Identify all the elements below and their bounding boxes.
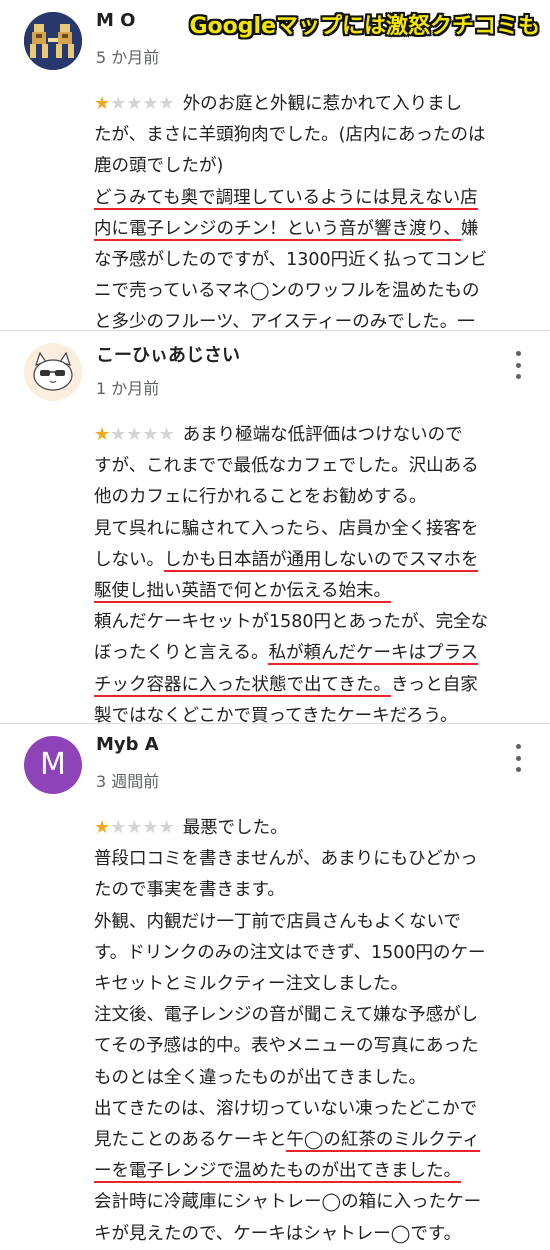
review-text: ★★★★★ 外のお庭と外観に惹かれて入りまし たが、まさに羊頭狗肉でした。(店内に… bbox=[94, 88, 530, 339]
avatar[interactable] bbox=[24, 343, 82, 401]
review-line: 頼んだケーキセットが1580円とあったが、完全な bbox=[94, 612, 489, 633]
review-line: たが、まさに羊頭狗肉でした。(店内にあったのは bbox=[94, 125, 486, 146]
star-icon: ★★★★ bbox=[110, 93, 175, 114]
avatar[interactable] bbox=[24, 12, 82, 70]
star-icon: ★ bbox=[94, 93, 111, 114]
reviewer-name[interactable]: Myb A bbox=[96, 734, 159, 755]
review-card: M O 5 か月前 ★★★★★ 外のお庭と外観に惹かれて入りまし たが、まさに羊頭… bbox=[0, 0, 550, 332]
more-options-icon[interactable] bbox=[514, 744, 522, 772]
star-icon: ★★★★ bbox=[110, 817, 175, 838]
review-text: ★★★★★ 最悪でした。 普段口コミを書きませんが、あまりにもひどかっ たので事実… bbox=[94, 812, 530, 1250]
review-line: てその予感は的中。表やメニューの写真にあった bbox=[94, 1036, 479, 1057]
review-line: チック容器に入った状態で出てきた。きっと自家 bbox=[94, 674, 478, 697]
underlined-text: 駆使し拙い英語で何とか伝える始末。 bbox=[94, 581, 391, 604]
review-line: しない。しかも日本語が通用しないのでスマホを bbox=[94, 549, 479, 572]
review-line: すが、これまでで最低なカフェでした。沢山ある bbox=[94, 456, 479, 477]
review-card: M Myb A 3 週間前 ★★★★★ 最悪でした。 普段口コミを書きませんが、あ… bbox=[0, 724, 550, 1244]
review-line: ★★★★★ 最悪でした。 bbox=[94, 812, 530, 844]
star-icon: ★★★★ bbox=[110, 424, 175, 445]
review-line: ものとは全く違ったものが出てきました。 bbox=[94, 1067, 426, 1088]
review-line: 会計時に冷蔵庫にシャトレー◯の箱に入ったケー bbox=[94, 1192, 482, 1213]
review-line: ★★★★★ あまり極端な低評価はつけないので bbox=[94, 419, 530, 451]
underlined-text: ーを電子レンジで温めたものが出てきました。 bbox=[94, 1161, 461, 1184]
review-card: こーひぃあじさい 1 か月前 ★★★★★ あまり極端な低評価はつけないので すが、… bbox=[0, 331, 550, 726]
review-text: ★★★★★ あまり極端な低評価はつけないので すが、これまでで最低なカフェでした。… bbox=[94, 419, 530, 732]
review-date: 5 か月前 bbox=[96, 48, 160, 67]
review-date: 1 か月前 bbox=[96, 379, 160, 398]
review-line: 出てきたのは、溶け切っていない凍ったどこかで bbox=[94, 1098, 478, 1119]
star-icon: ★ bbox=[94, 817, 111, 838]
review-line: キが見えたので、ケーキはシャトレー◯です。 bbox=[94, 1223, 462, 1244]
review-line: 内に電子レンジのチン！という音が響き渡り、嫌 bbox=[94, 218, 479, 241]
reviewer-name[interactable]: こーひぃあじさい bbox=[96, 341, 240, 367]
star-rating: ★★★★★ bbox=[94, 419, 175, 450]
review-line: な予感がしたのですが、1300円近く払ってコンビ bbox=[94, 250, 488, 271]
underlined-text: チック容器に入った状態で出てきた。 bbox=[94, 674, 391, 697]
review-line: 見て呉れに騙されて入ったら、店員か全く接客を bbox=[94, 518, 479, 539]
cat-avatar-icon bbox=[24, 343, 82, 401]
review-line: 外観、内観だけ一丁前で店員さんもよくないで bbox=[94, 911, 461, 932]
star-rating: ★★★★★ bbox=[94, 812, 175, 843]
star-icon: ★ bbox=[94, 424, 111, 445]
review-line: ぼったくりと言える。私が頼んだケーキはプラス bbox=[94, 643, 479, 666]
avatar[interactable]: M bbox=[24, 736, 82, 794]
review-line: ーを電子レンジで温めたものが出てきました。 bbox=[94, 1156, 530, 1187]
review-line: 駆使し拙い英語で何とか伝える始末。 bbox=[94, 576, 530, 607]
pixel-art-avatar-icon bbox=[24, 12, 82, 70]
reviewer-name[interactable]: M O bbox=[96, 10, 135, 31]
underlined-text: 午◯の紅茶のミルクティ bbox=[286, 1130, 480, 1153]
underlined-text: 内に電子レンジのチン！という音が響き渡り、 bbox=[94, 218, 461, 241]
review-line: す。ドリンクのみの注文はできず、1500円のケー bbox=[94, 942, 486, 963]
review-line: 注文後、電子レンジの音が聞こえて嫌な予感がし bbox=[94, 1005, 479, 1026]
underlined-text: しかも日本語が通用しないのでスマホを bbox=[164, 549, 479, 572]
review-date: 3 週間前 bbox=[96, 772, 160, 791]
more-options-icon[interactable] bbox=[514, 351, 522, 379]
review-line: どうみても奥で調理しているようには見えない店 bbox=[94, 183, 530, 214]
review-line: キセットとミルクティー注文しました。 bbox=[94, 974, 408, 995]
review-line: 見たことのあるケーキと午◯の紅茶のミルクティ bbox=[94, 1130, 480, 1153]
underlined-text: どうみても奥で調理しているようには見えない店 bbox=[94, 187, 478, 210]
review-line: 鹿の頭でしたが) bbox=[94, 156, 224, 177]
review-line: ニで売っているマネ◯ンのワッフルを温めたもの bbox=[94, 281, 480, 302]
review-line: 他のカフェに行かれることをお勧めする。 bbox=[94, 487, 427, 508]
review-line: 普段口コミを書きませんが、あまりにもひどかっ bbox=[94, 849, 478, 870]
review-line: ★★★★★ 外のお庭と外観に惹かれて入りまし bbox=[94, 88, 530, 120]
star-rating: ★★★★★ bbox=[94, 88, 175, 119]
underlined-text: 私が頼んだケーキはプラス bbox=[268, 643, 479, 666]
headline-banner: Googleマップには激怒クチコミも bbox=[189, 14, 541, 39]
review-line: たので事実を書きます。 bbox=[94, 880, 285, 901]
